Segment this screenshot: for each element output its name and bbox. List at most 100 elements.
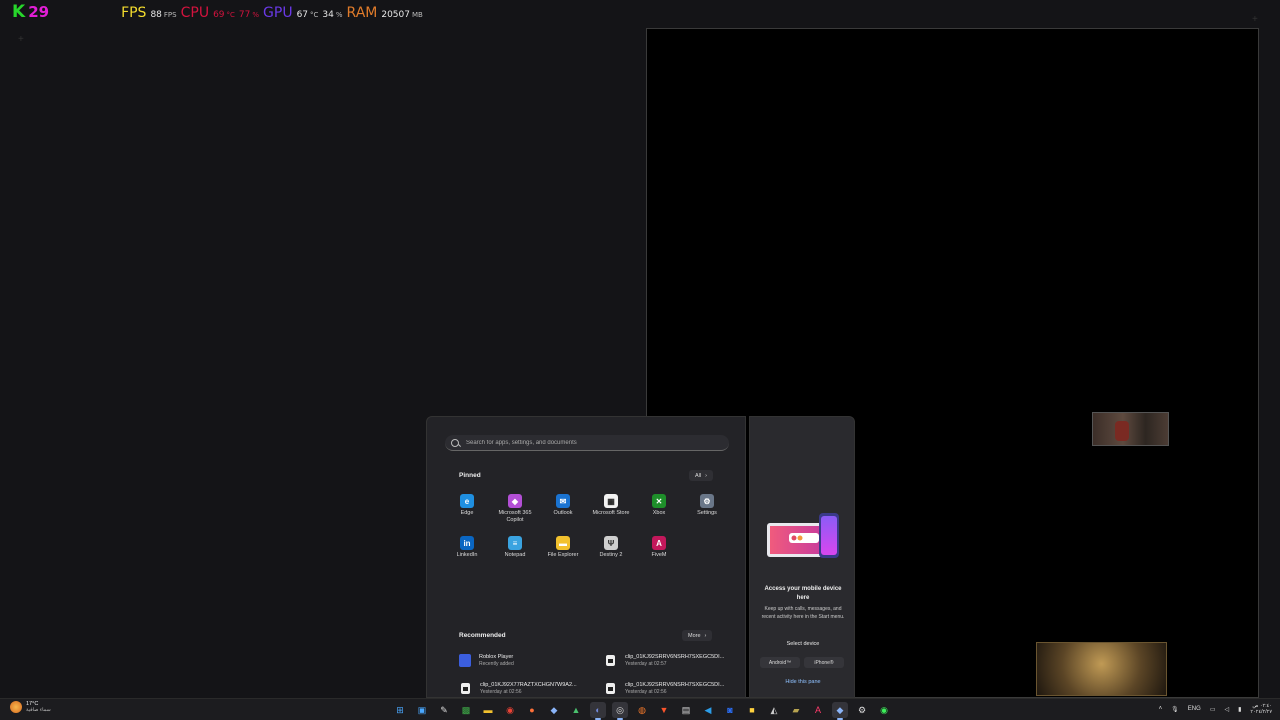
pinned-app-label: FiveM (651, 552, 667, 558)
performance-overlay: K 29 FPS 88 FPS CPU 69 °C 77 % GPU 67 °C… (12, 2, 427, 22)
pinned-app-settings[interactable]: ⚙ Settings (683, 494, 731, 517)
pinned-app-microsoft-store[interactable]: ▦ Microsoft Store (587, 494, 635, 517)
taskbar-razer-icon[interactable]: ◉ (876, 702, 892, 718)
pinned-app-label: Microsoft 365 Copilot (498, 510, 532, 523)
taskbar-minecraft-icon[interactable]: ▩ (458, 702, 474, 718)
more-button[interactable]: More › (682, 630, 713, 641)
taskbar-stack-icon[interactable]: ▰ (788, 702, 804, 718)
taskbar-task-view-icon[interactable]: ▣ (414, 702, 430, 718)
weather-widget[interactable]: 17°C سماء صافية (10, 701, 51, 713)
clock-date: ٢٠٢٤/٢/٢٧ (1250, 709, 1272, 715)
recommended-subtitle: Yesterday at 02:57 (625, 661, 667, 667)
pinned-app-xbox[interactable]: ✕ Xbox (635, 494, 683, 517)
network-icon[interactable]: ▭ (1210, 706, 1216, 713)
file-icon (606, 655, 615, 666)
recommended-item[interactable]: clip_01KJ92SRRV6NSRH7SXEGC5DI... Yesterda… (604, 654, 724, 668)
pinned-title: Pinned (459, 472, 481, 479)
battery-icon[interactable]: ▮ (1238, 706, 1241, 713)
notepad-icon: ≡ (508, 536, 522, 550)
iphone-button[interactable]: iPhone® (804, 657, 844, 668)
pinned-app-label: File Explorer (547, 552, 579, 558)
pinned-app-destiny-2[interactable]: Ψ Destiny 2 (587, 536, 635, 559)
k-logo: K (12, 2, 26, 22)
taskbar-discord-icon[interactable]: ◐ (590, 702, 606, 720)
taskbar-tool-icon[interactable]: ✎ (436, 702, 452, 718)
more-label: More (688, 632, 701, 639)
ram-unit: MB (412, 11, 423, 19)
start-menu: Pinned All › e Edge ◆ Microsoft 365 Copilot… (426, 416, 746, 698)
cpu-temp-unit: °C (226, 11, 235, 19)
file-icon (606, 683, 615, 694)
taskbar-folder-icon[interactable]: ▬ (480, 702, 496, 718)
taskbar-blender-icon[interactable]: ◍ (634, 702, 650, 718)
fps-value: 88 (150, 10, 162, 20)
volume-icon[interactable]: ◁ (1224, 706, 1229, 713)
recommended-subtitle: Recently added (479, 661, 514, 667)
game-thumbnail-large[interactable] (1036, 642, 1167, 696)
pinned-app-notepad[interactable]: ≡ Notepad (491, 536, 539, 559)
destiny-2-icon: Ψ (604, 536, 618, 550)
microsoft-365-copilot-icon: ◆ (508, 494, 522, 508)
pinned-app-outlook[interactable]: ✉ Outlook (539, 494, 587, 517)
fps-label: FPS (121, 5, 147, 21)
pinned-app-linkedin[interactable]: in LinkedIn (443, 536, 491, 559)
hide-pane-link[interactable]: Hide this pane (750, 679, 856, 685)
recommended-item[interactable]: Roblox Player Recently added (459, 654, 514, 668)
cpu-temp: 69 (213, 10, 225, 20)
recommended-title: clip_01KJ92X77RAZTXCHGN7W9A2... (480, 682, 577, 688)
roblox-icon (459, 654, 471, 667)
phone-link-illustration (767, 513, 839, 558)
pinned-app-label: LinkedIn (456, 552, 478, 558)
taskbar-chrome-icon[interactable]: ◉ (502, 702, 518, 718)
taskbar-brave-icon[interactable]: ▼ (656, 702, 672, 718)
recommended-subtitle: Yesterday at 02:56 (625, 689, 667, 695)
phone-pane-title: Access your mobile device here (764, 586, 842, 601)
search-input[interactable] (466, 439, 706, 446)
chevron-right-icon: › (705, 472, 707, 479)
taskbar-net-icon[interactable]: ◭ (766, 702, 782, 718)
gpu-temp-unit: °C (310, 11, 319, 19)
taskbar-store-icon[interactable]: ▤ (678, 702, 694, 718)
android-button[interactable]: Android™ (760, 657, 800, 668)
start-search-box[interactable] (445, 435, 729, 451)
recommended-item[interactable]: clip_01KJ92X77RAZTXCHGN7W9A2... Yesterday… (459, 682, 577, 696)
taskbar-app-tile-icon[interactable]: ◆ (546, 702, 562, 718)
taskbar-sticky-icon[interactable]: ■ (744, 702, 760, 718)
taskbar-malwarebytes-icon[interactable]: ◙ (722, 702, 738, 718)
cpu-label: CPU (180, 5, 210, 21)
recommended-item[interactable]: clip_01KJ92SRRV6NSRH7SXEGC5DI... Yesterda… (604, 682, 724, 696)
settings-icon: ⚙ (700, 494, 714, 508)
pinned-app-file-explorer[interactable]: ▬ File Explorer (539, 536, 587, 559)
taskbar-firefox-icon[interactable]: ● (524, 702, 540, 718)
pinned-app-microsoft-365-copilot[interactable]: ◆ Microsoft 365 Copilot (491, 494, 539, 524)
taskbar-settings-icon[interactable]: ⚙ (854, 702, 870, 718)
ram-value: 20507 (381, 10, 410, 20)
recommended-title: clip_01KJ92SRRV6NSRH7SXEGC5DI... (625, 682, 725, 688)
language-indicator[interactable]: ENG (1188, 706, 1201, 712)
taskbar-fivem-icon[interactable]: A (810, 702, 826, 718)
taskbar-game-icon[interactable]: ▲ (568, 702, 584, 718)
game-thumbnail-small[interactable] (1092, 412, 1169, 446)
taskbar-vscode-icon[interactable]: ◀ (700, 702, 716, 718)
outlook-icon: ✉ (556, 494, 570, 508)
pinned-app-fivem[interactable]: A FiveM (635, 536, 683, 559)
linkedin-icon: in (460, 536, 474, 550)
recommended-title: Roblox Player (479, 654, 514, 660)
taskbar-steam-icon[interactable]: ◆ (832, 702, 848, 720)
pinned-app-label: Notepad (504, 552, 526, 558)
chevron-right-icon: › (704, 632, 707, 639)
chevron-up-icon[interactable]: ˄ (1159, 706, 1163, 712)
clock[interactable]: ٠٢:٤٠ ص ٢٠٢٤/٢/٢٧ (1250, 703, 1272, 715)
fivem-icon: A (652, 536, 666, 550)
crosshair-mark: + (1252, 14, 1258, 25)
gpu-temp: 67 (296, 10, 309, 20)
microphone-icon[interactable]: 🎙︎ (1171, 706, 1179, 713)
all-apps-label: All (695, 472, 702, 479)
all-apps-button[interactable]: All › (689, 470, 713, 481)
pinned-app-edge[interactable]: e Edge (443, 494, 491, 517)
select-device-label: Select device (786, 641, 820, 647)
microsoft-store-icon: ▦ (604, 494, 618, 508)
taskbar-obs-icon[interactable]: ◎ (612, 702, 628, 720)
taskbar-start-icon[interactable]: ⊞ (392, 702, 408, 718)
pinned-app-label: Settings (697, 510, 717, 516)
